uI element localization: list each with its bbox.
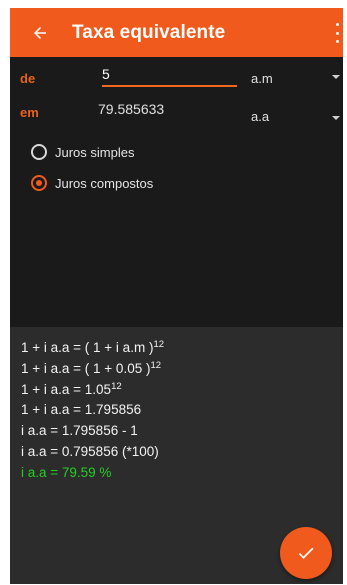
em-unit-select[interactable]: a.a: [251, 109, 269, 124]
more-vert-icon[interactable]: [334, 23, 340, 43]
app-screen: Taxa equivalente de 5 a.m em 79.585633 a…: [10, 8, 343, 584]
calc-line: 1 + i a.a = ( 1 + 0.05 )12: [21, 360, 162, 376]
chevron-down-icon[interactable]: [332, 75, 340, 79]
radio-juros-compostos[interactable]: Juros compostos: [31, 175, 153, 191]
radio-juros-simples[interactable]: Juros simples: [31, 144, 134, 160]
arrow-left-icon[interactable]: [31, 24, 49, 42]
chevron-down-icon[interactable]: [332, 116, 340, 120]
calc-line: 1 + i a.a = 1.795856: [21, 402, 142, 417]
app-bar: Taxa equivalente: [10, 8, 343, 57]
calc-line: i a.a = 0.795856 (*100): [21, 444, 159, 459]
em-label: em: [20, 105, 39, 120]
calc-line: i a.a = 1.795856 - 1: [21, 423, 138, 438]
de-label: de: [20, 71, 36, 86]
calc-result-line: i a.a = 79.59 %: [21, 465, 112, 480]
radio-on-icon[interactable]: [31, 175, 47, 191]
calc-line: 1 + i a.a = ( 1 + i a.m )12: [21, 339, 165, 355]
radio-label: Juros compostos: [55, 175, 154, 191]
calc-line: 1 + i a.a = 1.0512: [21, 381, 122, 397]
calculate-button[interactable]: [280, 527, 332, 579]
radio-label: Juros simples: [55, 144, 135, 160]
de-unit-select[interactable]: a.m: [251, 71, 273, 86]
em-result-value: 79.585633: [98, 101, 165, 117]
check-icon: [298, 547, 314, 559]
page-title: Taxa equivalente: [72, 21, 226, 43]
radio-off-icon[interactable]: [31, 144, 47, 160]
de-input[interactable]: 5: [102, 66, 237, 87]
